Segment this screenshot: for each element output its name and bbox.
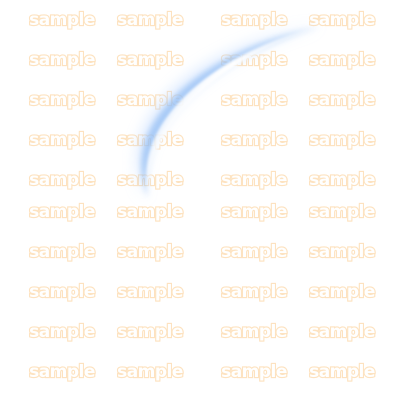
watermark-text: sample bbox=[308, 321, 377, 343]
watermark-text: sample bbox=[308, 241, 377, 263]
watermark-text: sample bbox=[116, 169, 185, 191]
watermark-text: sample bbox=[308, 129, 377, 151]
watermark-text: sample bbox=[116, 361, 185, 383]
watermark-text: sample bbox=[308, 281, 377, 303]
watermark-text: sample bbox=[116, 49, 185, 71]
watermark-text: sample bbox=[220, 89, 289, 111]
watermark-text: sample bbox=[220, 241, 289, 263]
watermark-text: sample bbox=[116, 129, 185, 151]
watermark-text: sample bbox=[116, 9, 185, 31]
watermark-text: sample bbox=[116, 89, 185, 111]
watermark-text: sample bbox=[308, 9, 377, 31]
watermark-text: sample bbox=[28, 281, 97, 303]
watermark-text: sample bbox=[308, 201, 377, 223]
watermark-text: sample bbox=[116, 201, 185, 223]
watermark-text: sample bbox=[220, 201, 289, 223]
watermark-text: sample bbox=[220, 9, 289, 31]
watermark-text: sample bbox=[28, 201, 97, 223]
watermark-text: sample bbox=[116, 241, 185, 263]
watermark-grid: sample sample sample sample sample sample samp… bbox=[0, 0, 400, 400]
watermark-text: sample bbox=[28, 241, 97, 263]
watermark-text: sample bbox=[220, 169, 289, 191]
effect-preview-canvas: sample sample sample sample sample sample samp… bbox=[0, 0, 400, 400]
watermark-text: sample bbox=[116, 281, 185, 303]
watermark-text: sample bbox=[28, 361, 97, 383]
watermark-text: sample bbox=[28, 169, 97, 191]
watermark-text: sample bbox=[220, 129, 289, 151]
watermark-text: sample bbox=[308, 49, 377, 71]
watermark-text: sample bbox=[308, 361, 377, 383]
watermark-text: sample bbox=[308, 89, 377, 111]
watermark-text: sample bbox=[220, 361, 289, 383]
watermark-text: sample bbox=[28, 129, 97, 151]
watermark-text: sample bbox=[28, 9, 97, 31]
watermark-text: sample bbox=[220, 281, 289, 303]
watermark-text: sample bbox=[308, 169, 377, 191]
watermark-text: sample bbox=[220, 321, 289, 343]
watermark-text: sample bbox=[28, 89, 97, 111]
watermark-text: sample bbox=[220, 49, 289, 71]
watermark-text: sample bbox=[28, 321, 97, 343]
watermark-text: sample bbox=[28, 49, 97, 71]
watermark-text: sample bbox=[116, 321, 185, 343]
